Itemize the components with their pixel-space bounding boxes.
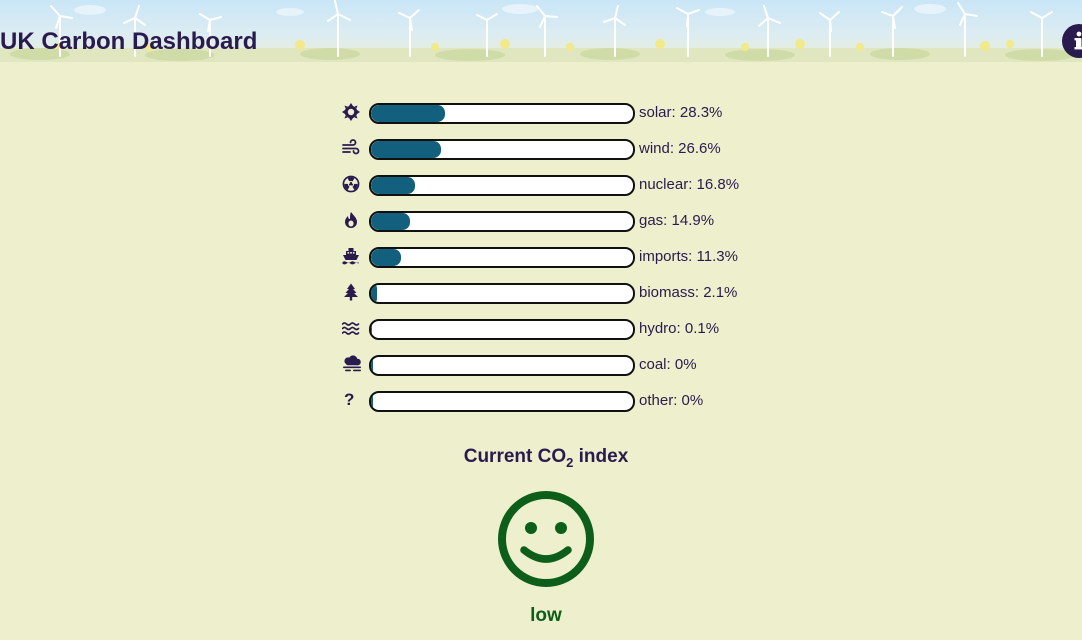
wind-bar-fill bbox=[371, 141, 441, 158]
fuel-row-solar: solar: 28.3% bbox=[342, 101, 762, 137]
nuclear-bar-fill bbox=[371, 177, 416, 194]
biomass-label: biomass: 2.1% bbox=[639, 284, 738, 301]
page-title: UK Carbon Dashboard bbox=[0, 28, 258, 55]
gas-bar-fill bbox=[371, 213, 411, 230]
biomass-bar-fill bbox=[371, 285, 377, 302]
sun-icon bbox=[342, 103, 360, 121]
fuel-row-gas: gas: 14.9% bbox=[342, 209, 762, 245]
nuclear-label: nuclear: 16.8% bbox=[639, 176, 740, 193]
fuel-row-coal: coal: 0% bbox=[342, 353, 762, 389]
imports-label: imports: 11.3% bbox=[639, 248, 738, 265]
wind-icon bbox=[342, 139, 360, 157]
co2-heading-prefix: Current CO bbox=[463, 446, 567, 467]
co2-index-heading: Current CO2 index bbox=[0, 446, 1082, 470]
solar-progress-bar bbox=[369, 103, 635, 124]
gas-progress-bar bbox=[369, 211, 635, 232]
smiley-face-icon bbox=[498, 491, 594, 587]
biomass-progress-bar bbox=[369, 283, 635, 304]
other-progress-bar bbox=[369, 391, 635, 412]
radiation-icon bbox=[342, 175, 360, 193]
info-icon bbox=[1074, 31, 1082, 50]
imports-bar-fill bbox=[371, 249, 401, 266]
co2-heading-suffix: index bbox=[573, 446, 629, 467]
nuclear-progress-bar bbox=[369, 175, 635, 196]
coal-bar-fill bbox=[371, 357, 373, 374]
other-label: other: 0% bbox=[639, 392, 704, 409]
tree-icon bbox=[342, 283, 360, 301]
fuel-row-imports: imports: 11.3% bbox=[342, 245, 762, 281]
flame-icon bbox=[342, 211, 360, 229]
wind-progress-bar bbox=[369, 139, 635, 160]
imports-progress-bar bbox=[369, 247, 635, 268]
coal-label: coal: 0% bbox=[639, 356, 697, 373]
fuel-row-biomass: biomass: 2.1% bbox=[342, 281, 762, 317]
header-banner: UK Carbon Dashboard bbox=[0, 0, 1082, 62]
question-icon: ? bbox=[344, 390, 355, 409]
fuel-row-nuclear: nuclear: 16.8% bbox=[342, 173, 762, 209]
fuel-row-hydro: hydro: 0.1% bbox=[342, 317, 762, 353]
solar-label: solar: 28.3% bbox=[639, 104, 723, 121]
hydro-label: hydro: 0.1% bbox=[639, 320, 720, 337]
fuel-row-wind: wind: 26.6% bbox=[342, 137, 762, 173]
co2-level-text: low bbox=[530, 605, 562, 626]
ship-icon bbox=[342, 247, 360, 265]
wind-label: wind: 26.6% bbox=[639, 140, 721, 157]
generation-mix-list: solar: 28.3% wind: 26.6% nuclear: 16.8% … bbox=[342, 101, 762, 425]
gas-label: gas: 14.9% bbox=[639, 212, 715, 229]
fuel-row-other: ? other: 0% bbox=[342, 389, 762, 425]
hydro-progress-bar bbox=[369, 319, 635, 340]
other-bar-fill bbox=[371, 393, 373, 410]
coal-progress-bar bbox=[369, 355, 635, 376]
solar-bar-fill bbox=[371, 105, 446, 122]
water-icon bbox=[342, 319, 360, 337]
smog-icon bbox=[342, 355, 361, 373]
